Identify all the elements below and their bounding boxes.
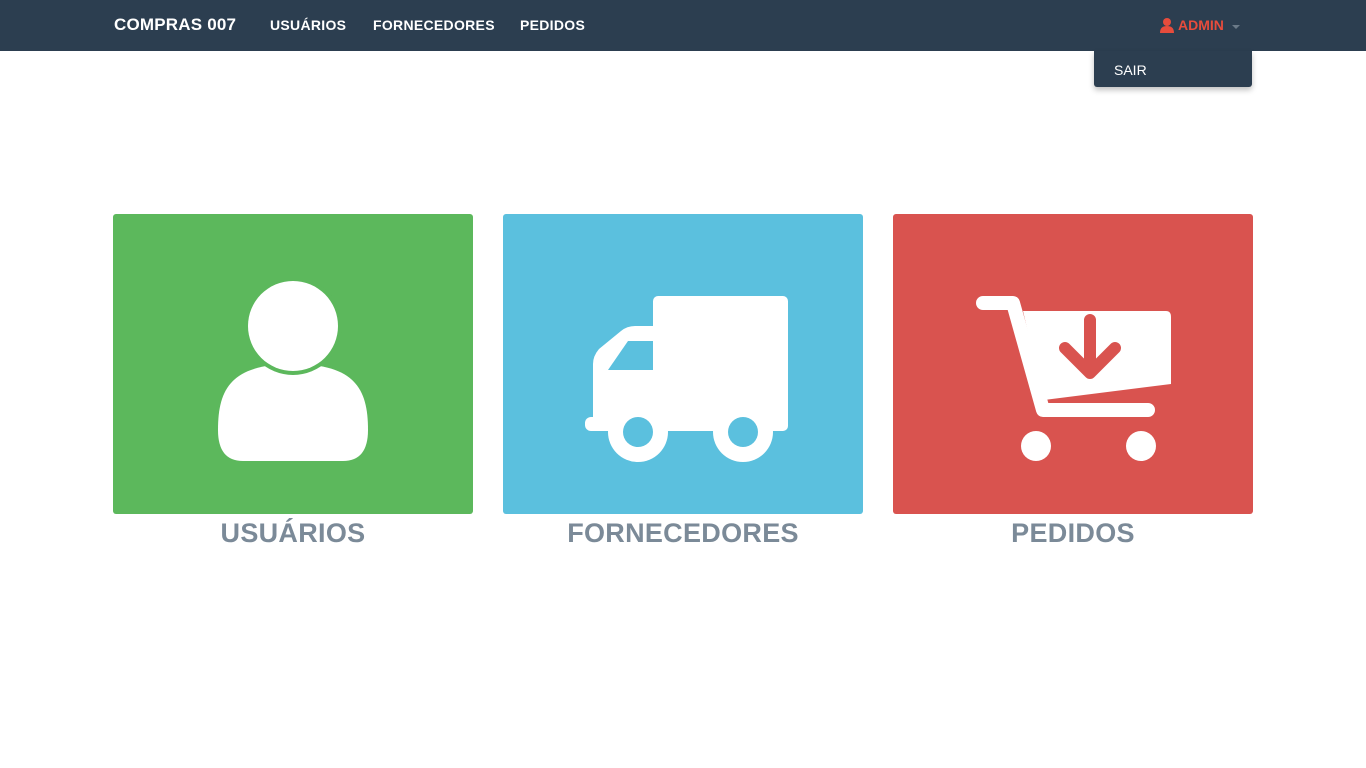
nav-link-usuarios[interactable]: USUÁRIOS: [270, 17, 346, 33]
nav-link-pedidos[interactable]: PEDIDOS: [520, 17, 585, 33]
caret-down-icon: [1231, 24, 1240, 29]
user-menu-toggle[interactable]: ADMIN: [1160, 16, 1240, 34]
tile-usuarios[interactable]: [113, 214, 473, 514]
top-navbar: COMPRAS 007 USUÁRIOS FORNECEDORES PEDIDO…: [0, 0, 1366, 51]
truck-icon: [585, 296, 788, 462]
brand-link[interactable]: COMPRAS 007: [114, 15, 236, 35]
tile-fornecedores[interactable]: [503, 214, 863, 514]
tile-pedidos[interactable]: [893, 214, 1253, 514]
cart-download-icon: [976, 296, 1171, 461]
tile-label-fornecedores[interactable]: FORNECEDORES: [503, 518, 863, 549]
logout-menu-item[interactable]: SAIR: [1114, 62, 1147, 78]
user-menu-label: ADMIN: [1178, 17, 1224, 33]
nav-link-fornecedores[interactable]: FORNECEDORES: [373, 17, 495, 33]
tile-label-usuarios[interactable]: USUÁRIOS: [113, 518, 473, 549]
user-icon: [218, 277, 368, 461]
tile-label-pedidos[interactable]: PEDIDOS: [893, 518, 1253, 549]
user-dropdown-menu: SAIR: [1094, 51, 1252, 87]
user-icon: [1160, 17, 1174, 33]
